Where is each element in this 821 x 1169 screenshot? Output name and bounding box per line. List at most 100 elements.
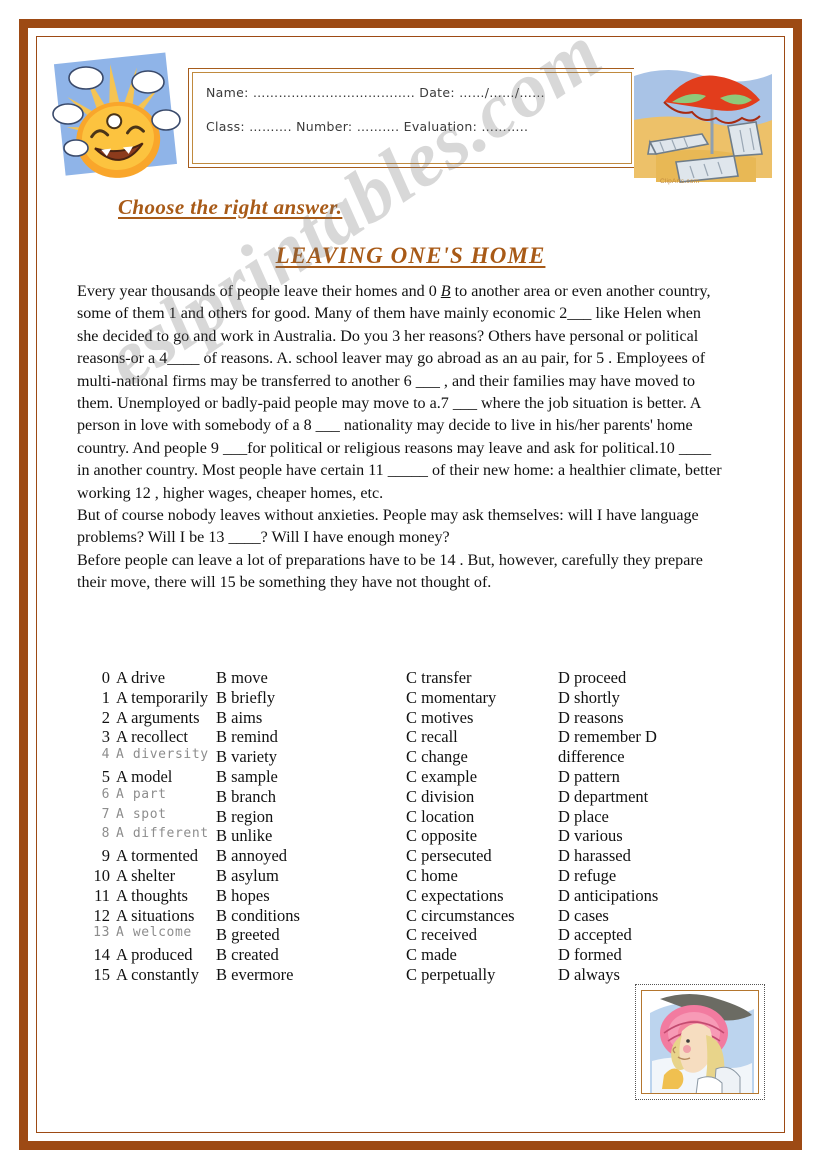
option-d[interactable]: D anticipations	[558, 886, 658, 906]
option-c[interactable]: C location	[406, 807, 474, 827]
clipart-credit: ClipArts.com	[660, 178, 700, 185]
option-a[interactable]: A model	[116, 767, 172, 787]
option-c[interactable]: C momentary	[406, 688, 496, 708]
option-c[interactable]: C circumstances	[406, 906, 515, 926]
option-number[interactable]: 1	[88, 688, 110, 708]
option-d[interactable]: D formed	[558, 945, 622, 965]
option-d[interactable]: D shortly	[558, 688, 620, 708]
option-c[interactable]: C expectations	[406, 886, 504, 906]
option-b[interactable]: B hopes	[216, 886, 270, 906]
option-d[interactable]: D always	[558, 965, 620, 985]
option-number[interactable]: 0	[88, 668, 110, 688]
option-number[interactable]: 3	[88, 727, 110, 747]
option-number[interactable]: 12	[88, 906, 111, 926]
answer-option-row: 13 A welcome B greeted C received D accepted	[88, 925, 728, 945]
answer-option-row: 11 A thoughts B hopes C expectations D antic…	[88, 886, 728, 906]
option-a[interactable]: A produced	[116, 945, 193, 965]
option-b[interactable]: B created	[216, 945, 279, 965]
option-d[interactable]: D proceed	[558, 668, 626, 688]
lady-clipart	[641, 990, 759, 1094]
option-b[interactable]: B region	[216, 807, 273, 827]
option-a[interactable]: A drive	[116, 668, 165, 688]
passage-paragraph-1: Every year thousands of people leave the…	[77, 281, 725, 505]
option-a[interactable]: A constantly	[116, 965, 199, 985]
option-number[interactable]: 6	[88, 787, 110, 802]
option-b[interactable]: B move	[216, 668, 268, 688]
name-date-field[interactable]: Name: ……………………………….. Date: ……/……/……	[206, 85, 545, 100]
example-answer: B	[440, 283, 451, 300]
option-a[interactable]: A shelter	[116, 866, 175, 886]
student-info-box[interactable]: Name: ……………………………….. Date: ……/……/…… Clas…	[188, 68, 636, 168]
option-c[interactable]: C opposite	[406, 826, 477, 846]
answer-option-row: 6 A part B branch C division D department	[88, 787, 728, 807]
option-a[interactable]: A spot	[116, 807, 167, 822]
option-a[interactable]: A temporarily	[116, 688, 208, 708]
option-b[interactable]: B variety	[216, 747, 277, 767]
option-number[interactable]: 5	[88, 767, 110, 787]
option-d[interactable]: D reasons	[558, 708, 624, 728]
sun-clipart	[46, 48, 186, 190]
answer-option-row: 7 A spot B region C location D place	[88, 807, 728, 827]
option-number[interactable]: 7	[88, 807, 110, 822]
option-d[interactable]: D department	[558, 787, 648, 807]
option-number[interactable]: 15	[88, 965, 111, 985]
option-b[interactable]: B aims	[216, 708, 262, 728]
option-number[interactable]: 2	[88, 708, 110, 728]
option-d[interactable]: D accepted	[558, 925, 632, 945]
option-b[interactable]: B annoyed	[216, 846, 287, 866]
option-c[interactable]: C example	[406, 767, 477, 787]
option-c[interactable]: C persecuted	[406, 846, 492, 866]
option-a[interactable]: A different	[116, 826, 209, 841]
option-number[interactable]: 4	[88, 747, 110, 762]
option-b[interactable]: B briefly	[216, 688, 275, 708]
option-a[interactable]: A thoughts	[116, 886, 188, 906]
option-c[interactable]: C perpetually	[406, 965, 495, 985]
option-c[interactable]: C made	[406, 945, 457, 965]
option-a[interactable]: A diversity	[116, 747, 209, 762]
option-c[interactable]: C received	[406, 925, 477, 945]
option-a[interactable]: A arguments	[116, 708, 200, 728]
worksheet-page: Name: ……………………………….. Date: ……/……/…… Clas…	[0, 0, 821, 1169]
option-b[interactable]: B greeted	[216, 925, 280, 945]
option-a[interactable]: A recollect	[116, 727, 188, 747]
option-b[interactable]: B evermore	[216, 965, 293, 985]
option-b[interactable]: B asylum	[216, 866, 279, 886]
option-c[interactable]: C change	[406, 747, 468, 767]
option-c[interactable]: C recall	[406, 727, 458, 747]
option-a[interactable]: A part	[116, 787, 167, 802]
option-d[interactable]: D place	[558, 807, 609, 827]
page-title-text: LEAVING ONE'S HOME	[275, 243, 546, 268]
option-d[interactable]: D refuge	[558, 866, 616, 886]
class-number-evaluation-field[interactable]: Class: ………. Number: ………. Evaluation: …………	[206, 119, 528, 134]
option-c[interactable]: C home	[406, 866, 458, 886]
answer-options-list: 0 A drive B move C transfer D proceed 1 A temp…	[88, 668, 728, 985]
option-number[interactable]: 11	[88, 886, 110, 906]
option-c[interactable]: C motives	[406, 708, 473, 728]
option-b[interactable]: B branch	[216, 787, 276, 807]
option-number[interactable]: 9	[88, 846, 110, 866]
option-c[interactable]: C transfer	[406, 668, 472, 688]
option-d[interactable]: difference	[558, 747, 625, 767]
option-a[interactable]: A welcome	[116, 925, 192, 940]
option-c[interactable]: C division	[406, 787, 474, 807]
option-b[interactable]: B conditions	[216, 906, 300, 926]
option-number[interactable]: 13	[88, 925, 110, 940]
answer-option-row: 9 A tormented B annoyed C persecuted D haras…	[88, 846, 728, 866]
option-b[interactable]: B unlike	[216, 826, 272, 846]
option-number[interactable]: 10	[88, 866, 111, 886]
option-d[interactable]: D various	[558, 826, 623, 846]
option-d[interactable]: D pattern	[558, 767, 620, 787]
option-number[interactable]: 14	[88, 945, 111, 965]
answer-option-row: 15 A constantly B evermore C perpetually D a…	[88, 965, 728, 985]
beach-clipart	[628, 58, 778, 188]
option-b[interactable]: B remind	[216, 727, 278, 747]
option-a[interactable]: A situations	[116, 906, 194, 926]
option-a[interactable]: A tormented	[116, 846, 198, 866]
passage-paragraph-3: Before people can leave a lot of prepara…	[77, 551, 703, 592]
option-d[interactable]: D remember D	[558, 727, 657, 747]
option-b[interactable]: B sample	[216, 767, 278, 787]
option-d[interactable]: D harassed	[558, 846, 631, 866]
answer-option-row: 1 A temporarily B briefly C momentary D shor…	[88, 688, 728, 708]
option-d[interactable]: D cases	[558, 906, 609, 926]
option-number[interactable]: 8	[88, 826, 110, 841]
